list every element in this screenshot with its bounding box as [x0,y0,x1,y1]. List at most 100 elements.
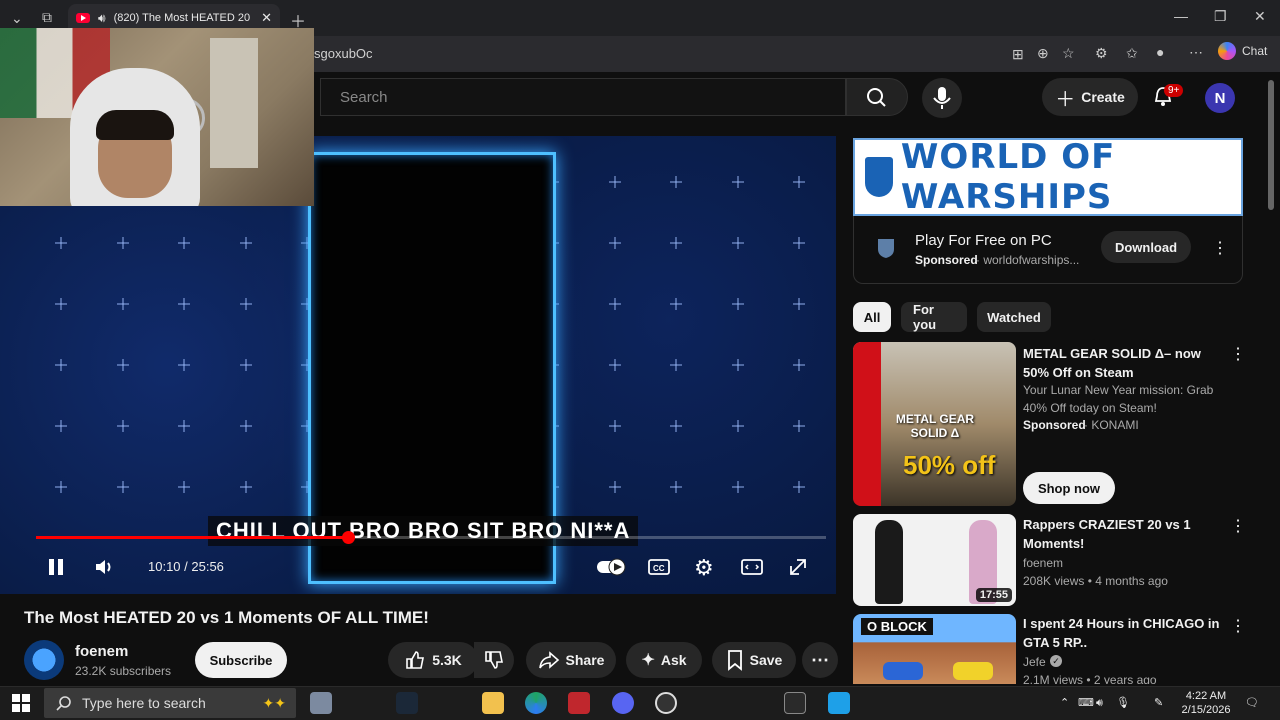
grid-plus-mark [793,176,805,188]
chip-all[interactable]: All [853,302,891,332]
close-tab-icon[interactable]: ✕ [261,10,272,26]
extension-icon[interactable]: ⚙ [1095,45,1108,62]
thumbnail-car-yellow [953,662,993,680]
taskbar-search[interactable]: Type here to search ✦✦ [44,688,296,718]
like-button[interactable]: 5.3K [388,642,478,678]
rec-thumbnail-metal-gear[interactable]: METAL GEAR SOLID Δ 50% off [853,342,1016,506]
pinned-app-icon[interactable] [828,692,850,714]
chip-for-you[interactable]: For you [901,302,967,332]
close-window-icon[interactable]: ✕ [1254,8,1266,25]
tray-overflow-icon[interactable]: ⌃ [1060,696,1069,710]
autoplay-toggle[interactable] [596,557,628,582]
search-input[interactable] [320,78,846,116]
volume-button[interactable] [94,557,114,582]
grid-plus-mark [731,298,744,310]
search-button[interactable] [846,78,908,116]
speaker-icon[interactable]: 🔊︎ [98,11,106,26]
edge-browser-icon[interactable] [525,692,547,714]
speaker-tray-icon[interactable]: 🔊︎ [1096,696,1103,710]
create-button[interactable]: ＋ Create [1042,78,1138,116]
rec-thumbnail-rappers[interactable]: 17:55 [853,514,1016,606]
shop-now-button[interactable]: Shop now [1023,472,1115,504]
folder-icon[interactable] [482,692,504,714]
settings-button[interactable]: ⚙ [694,555,714,581]
workspaces-icon[interactable]: ⧉ [42,9,52,26]
ad-domain: · worldofwarships... [976,253,1080,267]
windows-start-icon[interactable] [12,694,30,712]
share-button[interactable]: Share [526,642,616,678]
epic-games-icon[interactable] [784,692,806,714]
favorites-icon[interactable]: ✩ [1126,45,1138,62]
thumbnail-car-blue [883,662,923,680]
app-available-icon[interactable]: ⊞ [1012,46,1024,63]
rec-title-2[interactable]: Rappers CRAZIEST 20 vs 1 Moments! [1023,515,1223,553]
video-title: The Most HEATED 20 vs 1 Moments OF ALL T… [24,608,429,627]
rec-channel-3[interactable]: Jefe [1023,653,1046,671]
rec-title-3[interactable]: I spent 24 Hours in CHICAGO in GTA 5 RP.… [1023,614,1223,652]
scrubber-handle[interactable] [341,531,355,544]
rec-menu-icon-2[interactable]: ⋮ [1230,516,1246,536]
ad-sponsored-label: Sponsored [915,253,978,267]
exit-fullscreen-button[interactable] [788,557,808,582]
channel-name[interactable]: foenem [75,643,128,660]
grid-plus-mark [178,420,190,432]
grid-plus-mark [793,359,805,371]
rec-menu-icon-1[interactable]: ⋮ [1230,344,1246,364]
zoom-icon[interactable]: ⊕ [1037,45,1049,62]
channel-avatar[interactable] [24,640,64,680]
dislike-button[interactable] [474,642,514,678]
rec-thumbnail-chicago[interactable]: O BLOCK [853,614,1016,684]
grid-plus-mark [793,420,805,432]
thumbnail-offer: 50% off [903,450,996,480]
ad-banner[interactable]: WORLD OF WARSHIPS [853,137,1243,217]
microphone-tray-icon[interactable]: 🎙︎ [1116,696,1130,710]
chip-watched[interactable]: Watched [977,302,1051,332]
grid-plus-mark [239,420,252,432]
copilot-chat-button[interactable]: Chat [1218,42,1267,60]
rec-menu-icon-3[interactable]: ⋮ [1230,616,1246,636]
steam-icon[interactable] [396,692,418,714]
rec-channel-2[interactable]: foenem [1023,554,1228,572]
ad-headline[interactable]: Play For Free on PC [915,232,1052,249]
ad-menu-icon[interactable]: ⋮ [1212,238,1228,258]
system-clock[interactable]: 4:22 AM 2/15/2026 [1176,689,1236,717]
pause-button[interactable] [46,557,66,582]
more-actions-button[interactable]: ⋯ [802,642,838,678]
wall-poster [210,38,258,168]
theater-mode-button[interactable] [741,557,763,582]
pen-icon[interactable]: ✎ [1154,696,1163,710]
voice-search-button[interactable] [922,78,962,118]
thumbnail-red-stripe [853,342,881,506]
url-text[interactable]: sgoxubOc [314,46,373,61]
grid-plus-mark [608,237,621,249]
search-placeholder: Search [340,89,388,106]
tab-actions-icon[interactable]: ⌄ [11,10,23,27]
adobe-icon[interactable] [568,692,590,714]
warships-logo-icon [865,157,893,197]
network-icon[interactable]: ⌨ [1078,696,1094,710]
obs-icon[interactable] [655,692,677,714]
pause-icon [49,559,63,575]
grid-plus-mark [178,237,190,249]
save-button[interactable]: Save [712,642,796,678]
minimize-icon[interactable]: — [1174,8,1188,24]
grid-plus-mark [239,298,252,310]
download-button[interactable]: Download [1101,231,1191,263]
discord-icon[interactable] [612,692,634,714]
profile-icon[interactable]: ● [1156,44,1164,60]
copilot-icon [1218,42,1236,60]
file-explorer-icon[interactable] [310,692,332,714]
grid-plus-mark [608,176,621,188]
grid-plus-mark [608,420,621,432]
favorite-star-icon[interactable]: ☆ [1062,45,1075,62]
page-scrollbar[interactable] [1268,80,1274,210]
sparkle-highlight-icon: ✦✦ [262,694,286,711]
ask-button[interactable]: ✦ Ask [626,642,702,678]
restore-icon[interactable]: ❐ [1214,8,1227,25]
more-menu-icon[interactable]: ⋯ [1189,44,1203,61]
notification-center-icon[interactable]: 🗨︎ [1245,696,1259,710]
rec-title-1[interactable]: METAL GEAR SOLID Δ– now 50% Off on Steam [1023,344,1223,382]
subscribe-button[interactable]: Subscribe [195,642,287,678]
account-avatar[interactable]: N [1205,83,1235,113]
captions-button[interactable]: CC [648,557,670,582]
